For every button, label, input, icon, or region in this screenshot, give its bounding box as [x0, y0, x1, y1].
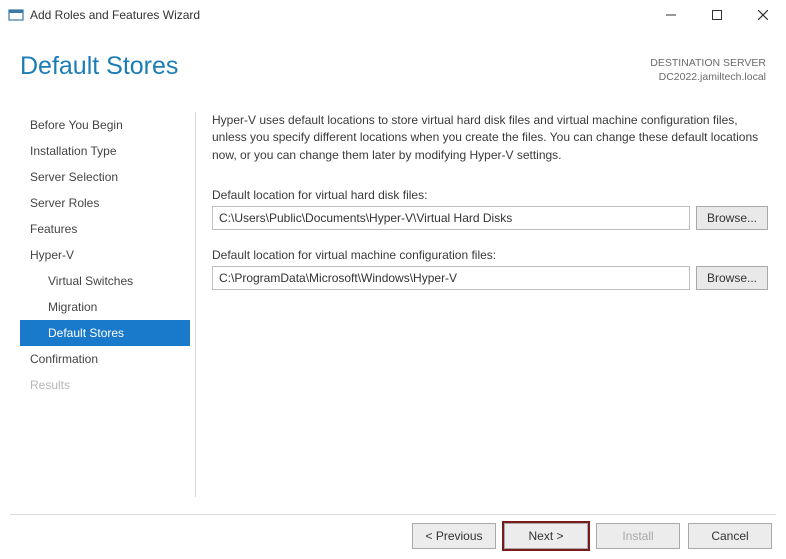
vm-browse-button[interactable]: Browse... [696, 266, 768, 290]
vm-location-label: Default location for virtual machine con… [212, 248, 768, 262]
page-title: Default Stores [20, 52, 178, 81]
maximize-button[interactable] [694, 0, 740, 30]
sidebar-item-hyper-v[interactable]: Hyper-V [20, 242, 190, 268]
vm-location-input[interactable] [212, 266, 690, 290]
vertical-divider [195, 112, 196, 497]
window-title: Add Roles and Features Wizard [30, 8, 648, 22]
sidebar-item-server-roles[interactable]: Server Roles [20, 190, 190, 216]
sidebar-item-results: Results [20, 372, 190, 398]
destination-server: DC2022.jamiltech.local [650, 70, 766, 84]
app-icon [8, 7, 24, 23]
install-button: Install [596, 523, 680, 549]
sidebar-item-server-selection[interactable]: Server Selection [20, 164, 190, 190]
cancel-button[interactable]: Cancel [688, 523, 772, 549]
wizard-sidebar: Before You Begin Installation Type Serve… [20, 112, 190, 398]
destination-info: DESTINATION SERVER DC2022.jamiltech.loca… [650, 56, 766, 84]
wizard-footer: < Previous Next > Install Cancel [412, 523, 772, 549]
close-button[interactable] [740, 0, 786, 30]
sidebar-item-before-you-begin[interactable]: Before You Begin [20, 112, 190, 138]
footer-separator [10, 514, 776, 515]
vhd-location-input[interactable] [212, 206, 690, 230]
main-panel: Hyper-V uses default locations to store … [212, 112, 768, 308]
sidebar-item-default-stores[interactable]: Default Stores [20, 320, 190, 346]
title-bar: Add Roles and Features Wizard [0, 0, 786, 30]
sidebar-item-virtual-switches[interactable]: Virtual Switches [20, 268, 190, 294]
window-controls [648, 0, 786, 30]
next-button[interactable]: Next > [504, 523, 588, 549]
destination-label: DESTINATION SERVER [650, 56, 766, 70]
sidebar-item-installation-type[interactable]: Installation Type [20, 138, 190, 164]
sidebar-item-confirmation[interactable]: Confirmation [20, 346, 190, 372]
sidebar-item-features[interactable]: Features [20, 216, 190, 242]
minimize-button[interactable] [648, 0, 694, 30]
previous-button[interactable]: < Previous [412, 523, 496, 549]
vhd-browse-button[interactable]: Browse... [696, 206, 768, 230]
vhd-location-label: Default location for virtual hard disk f… [212, 188, 768, 202]
sidebar-item-migration[interactable]: Migration [20, 294, 190, 320]
intro-text: Hyper-V uses default locations to store … [212, 112, 768, 164]
